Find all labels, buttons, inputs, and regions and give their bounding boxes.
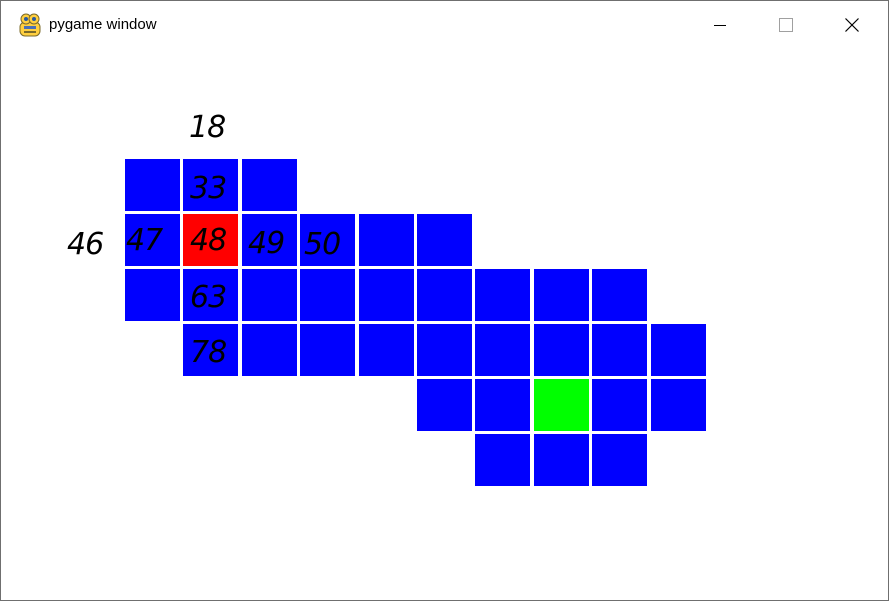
- annotation-48: 48: [190, 223, 227, 258]
- tile-goal[interactable]: [534, 379, 589, 431]
- title-bar[interactable]: pygame window: [1, 1, 888, 49]
- annotation-50: 50: [304, 227, 341, 262]
- minimize-icon: [714, 25, 726, 26]
- window-title: pygame window: [49, 16, 157, 33]
- tile[interactable]: [359, 324, 414, 376]
- tile[interactable]: [534, 269, 589, 321]
- tile[interactable]: [592, 269, 647, 321]
- minimize-button[interactable]: [688, 1, 752, 49]
- tile[interactable]: [359, 269, 414, 321]
- tile[interactable]: [417, 269, 472, 321]
- tile[interactable]: [242, 324, 297, 376]
- tile[interactable]: [475, 434, 530, 486]
- tile[interactable]: [300, 269, 355, 321]
- tile[interactable]: [475, 269, 530, 321]
- tile[interactable]: [242, 269, 297, 321]
- tile[interactable]: [592, 434, 647, 486]
- annotation-47: 47: [126, 223, 163, 258]
- tile[interactable]: [475, 379, 530, 431]
- tile[interactable]: [359, 214, 414, 266]
- annotation-18: 18: [189, 110, 226, 145]
- tile[interactable]: [125, 269, 180, 321]
- pygame-snake-icon: [19, 13, 41, 37]
- maximize-button[interactable]: [754, 1, 818, 49]
- tile[interactable]: [651, 379, 706, 431]
- pygame-window: pygame window 18 33 46 47 48 49 50 63 78: [0, 0, 889, 601]
- close-icon: [845, 18, 859, 32]
- annotation-49: 49: [248, 226, 285, 261]
- maximize-icon: [779, 18, 793, 32]
- annotation-63: 63: [190, 280, 227, 315]
- tile[interactable]: [242, 159, 297, 211]
- tile[interactable]: [300, 324, 355, 376]
- tile[interactable]: [417, 214, 472, 266]
- annotation-46: 46: [67, 227, 104, 262]
- close-button[interactable]: [820, 1, 884, 49]
- tile[interactable]: [651, 324, 706, 376]
- tile[interactable]: [592, 379, 647, 431]
- tile[interactable]: [534, 324, 589, 376]
- tile[interactable]: [417, 324, 472, 376]
- tile[interactable]: [592, 324, 647, 376]
- tile[interactable]: [125, 159, 180, 211]
- tile[interactable]: [475, 324, 530, 376]
- tile[interactable]: [417, 379, 472, 431]
- annotation-33: 33: [190, 171, 227, 206]
- annotation-78: 78: [190, 335, 227, 370]
- tile[interactable]: [534, 434, 589, 486]
- game-canvas[interactable]: 18 33 46 47 48 49 50 63 78: [1, 49, 888, 600]
